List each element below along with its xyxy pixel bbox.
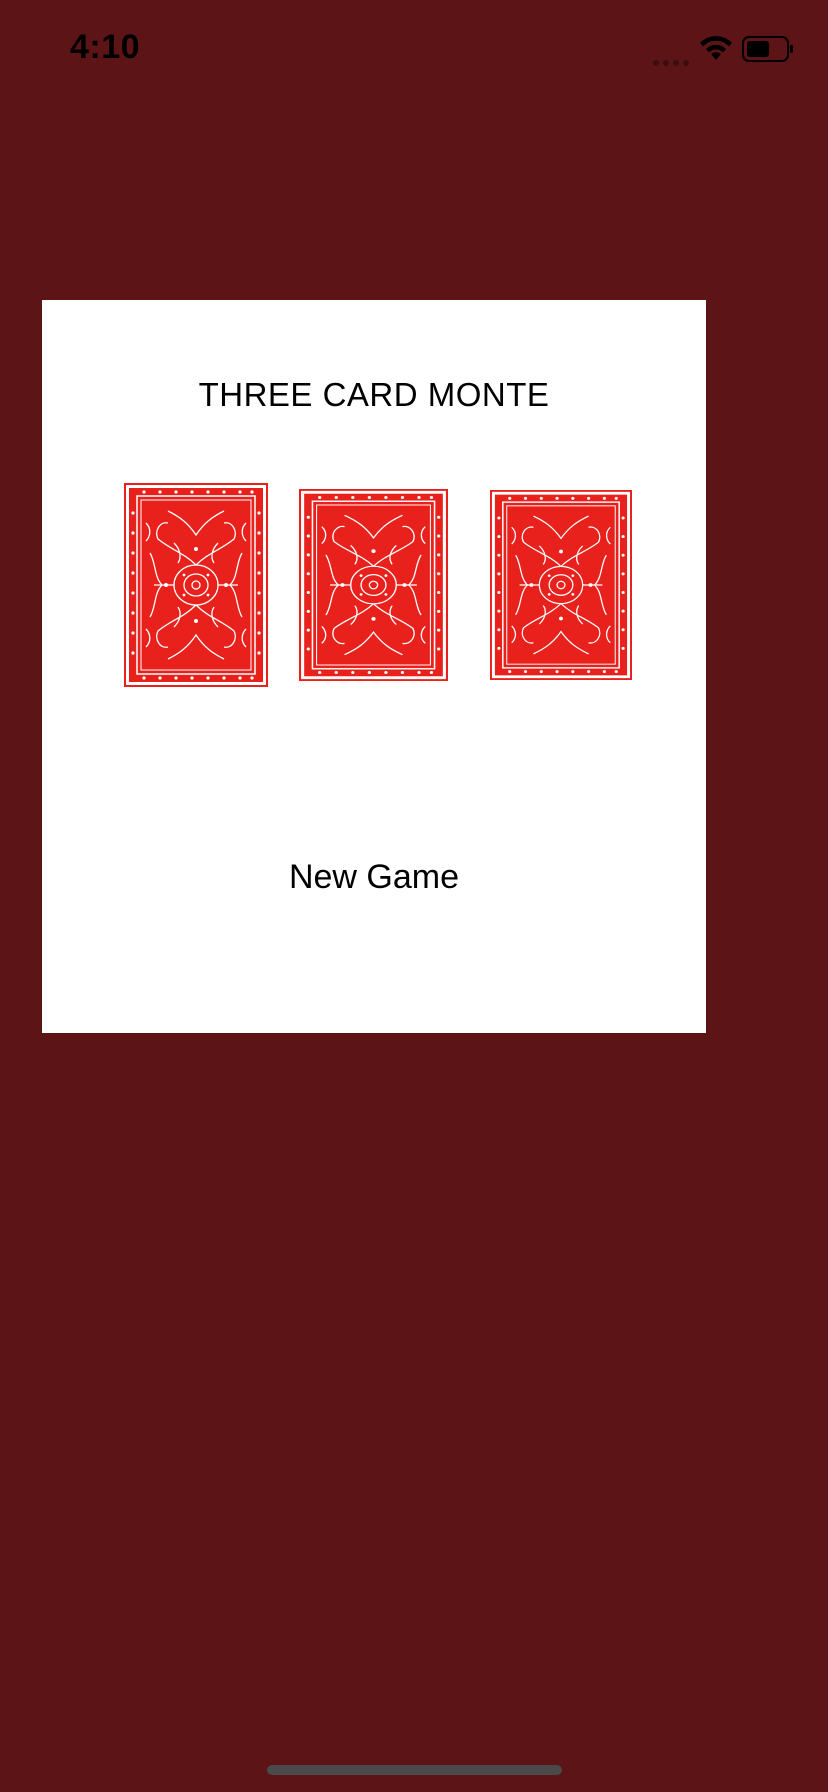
home-indicator[interactable]	[267, 1765, 562, 1775]
card-back-pattern	[299, 489, 448, 681]
card-back-pattern	[124, 483, 268, 687]
card-back-pattern	[490, 490, 632, 680]
card-back-3[interactable]	[490, 490, 632, 680]
battery-icon	[742, 36, 794, 62]
signal-icon	[652, 54, 690, 66]
status-time: 4:10	[70, 28, 141, 66]
card-back-2[interactable]	[299, 489, 448, 681]
status-bar: 4:10	[0, 0, 828, 100]
game-title: THREE CARD MONTE	[198, 376, 550, 413]
new-game-button[interactable]: New Game	[274, 852, 474, 902]
wifi-icon	[698, 34, 734, 62]
card-back-1[interactable]	[124, 483, 268, 687]
game-panel: THREE CARD MONTE New Game	[42, 300, 706, 1033]
